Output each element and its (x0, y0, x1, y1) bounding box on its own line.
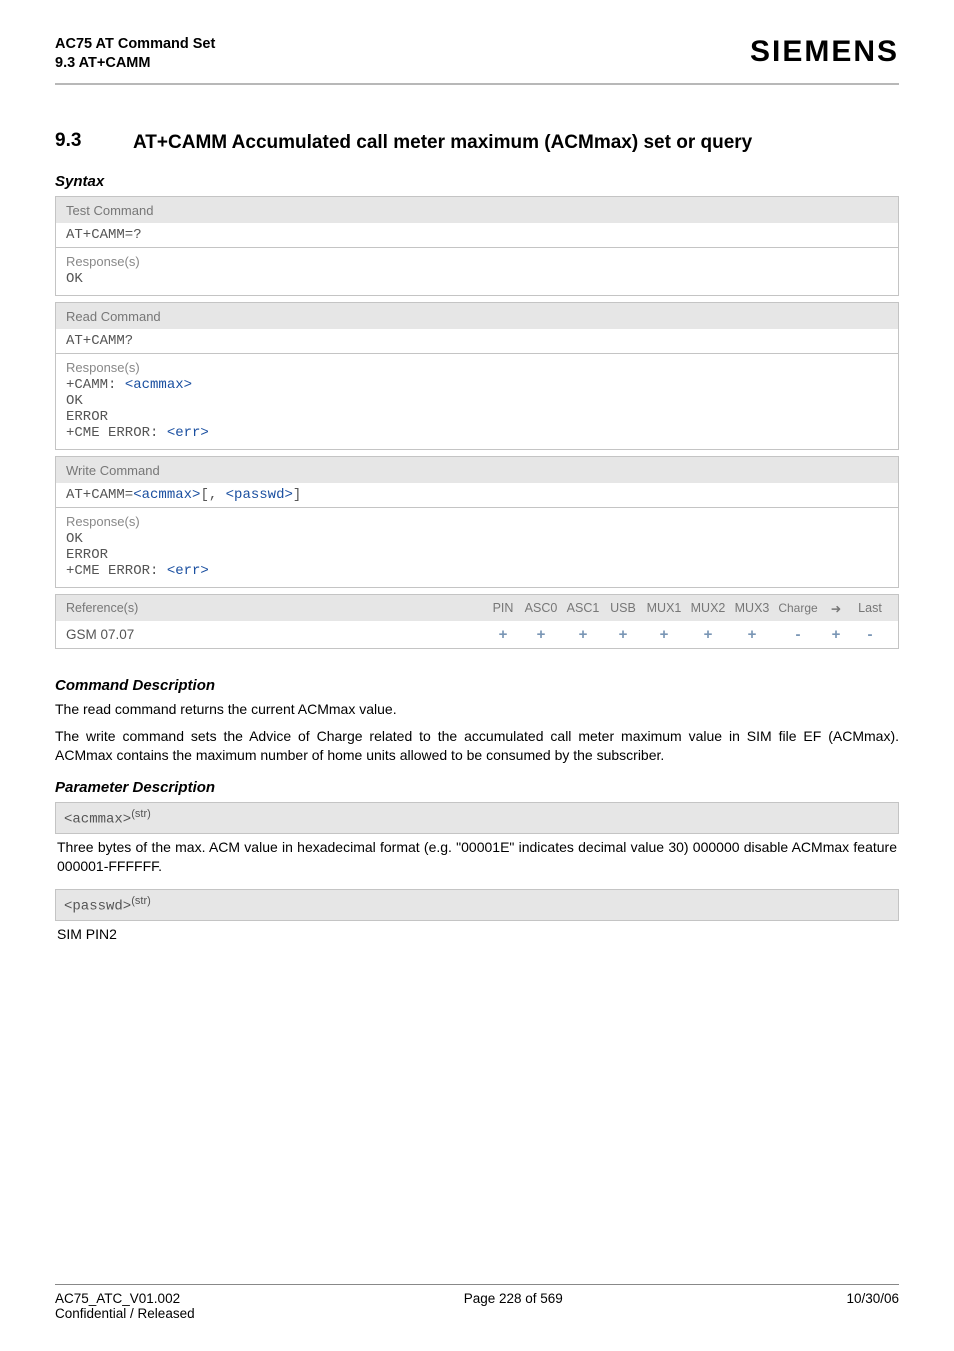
col-mux3: MUX3 (730, 601, 774, 615)
command-description-p2: The write command sets the Advice of Cha… (55, 727, 899, 765)
write-response-line1: OK (66, 531, 888, 547)
passwd-link[interactable]: <passwd> (226, 487, 293, 503)
val-asc0: + (520, 626, 562, 643)
doc-title-block: AC75 AT Command Set 9.3 AT+CAMM (55, 35, 215, 73)
section-heading: AT+CAMM Accumulated call meter maximum (… (133, 130, 752, 156)
param-passwd-name: <passwd> (64, 899, 131, 915)
param-acmmax-type: (str) (131, 808, 151, 820)
test-response: OK (66, 271, 888, 287)
col-asc1: ASC1 (562, 601, 604, 615)
param-passwd-desc: SIM PIN2 (57, 925, 897, 944)
read-response-line1: +CAMM: <acmmax> (66, 377, 888, 393)
val-mux1: + (642, 626, 686, 643)
param-acmmax-name: <acmmax> (64, 812, 131, 828)
page-footer: AC75_ATC_V01.002 Page 228 of 569 10/30/0… (55, 1284, 899, 1321)
footer-page-number: Page 228 of 569 (464, 1291, 563, 1306)
section-title: 9.3 AT+CAMM Accumulated call meter maxim… (55, 130, 899, 156)
footer-classification: Confidential / Released (55, 1306, 899, 1321)
reference-header: Reference(s) PIN ASC0 ASC1 USB MUX1 MUX2… (56, 595, 898, 621)
param-acmmax-desc: Three bytes of the max. ACM value in hex… (57, 838, 897, 876)
command-description-p1: The read command returns the current ACM… (55, 700, 899, 719)
col-arrow-icon: ➜ (822, 601, 850, 616)
doc-subtitle: 9.3 AT+CAMM (55, 54, 215, 73)
val-pin: + (486, 626, 520, 643)
col-last: Last (850, 601, 890, 615)
header-divider (55, 83, 899, 85)
reference-label: Reference(s) (56, 595, 486, 621)
err-link[interactable]: <err> (167, 563, 209, 579)
read-response-line3: ERROR (66, 409, 888, 425)
doc-title: AC75 AT Command Set (55, 35, 215, 54)
read-response-line4: +CME ERROR: <err> (66, 425, 888, 441)
param-passwd-box: <passwd>(str) (55, 889, 899, 921)
command-description-heading: Command Description (55, 677, 899, 694)
read-command-label: Read Command (56, 303, 898, 329)
col-asc0: ASC0 (520, 601, 562, 615)
val-arrow: + (822, 626, 850, 643)
reference-value: GSM 07.07 (56, 621, 486, 648)
read-command-panel: Read Command AT+CAMM? Response(s) +CAMM:… (55, 302, 899, 450)
footer-date: 10/30/06 (846, 1291, 899, 1306)
syntax-heading: Syntax (55, 173, 899, 190)
reference-panel: Reference(s) PIN ASC0 ASC1 USB MUX1 MUX2… (55, 594, 899, 649)
test-command-cmd: AT+CAMM=? (66, 227, 888, 243)
val-last: - (850, 626, 890, 643)
param-passwd-type: (str) (131, 895, 151, 907)
read-response-line2: OK (66, 393, 888, 409)
param-acmmax-box: <acmmax>(str) (55, 802, 899, 834)
col-mux1: MUX1 (642, 601, 686, 615)
col-usb: USB (604, 601, 642, 615)
write-response-label: Response(s) (66, 514, 888, 529)
col-pin: PIN (486, 601, 520, 615)
read-command-cmd: AT+CAMM? (66, 333, 888, 349)
val-mux2: + (686, 626, 730, 643)
col-charge: Charge (774, 601, 822, 615)
read-response-label: Response(s) (66, 360, 888, 375)
section-number: 9.3 (55, 130, 133, 152)
reference-row: GSM 07.07 + + + + + + + - + - (56, 621, 898, 648)
write-command-label: Write Command (56, 457, 898, 483)
test-command-panel: Test Command AT+CAMM=? Response(s) OK (55, 196, 899, 296)
val-charge: - (774, 626, 822, 643)
brand-logo: SIEMENS (750, 35, 899, 69)
acmmax-link[interactable]: <acmmax> (125, 377, 192, 393)
write-command-panel: Write Command AT+CAMM=<acmmax>[, <passwd… (55, 456, 899, 588)
val-mux3: + (730, 626, 774, 643)
write-response-line2: ERROR (66, 547, 888, 563)
parameter-description-heading: Parameter Description (55, 779, 899, 796)
val-usb: + (604, 626, 642, 643)
footer-doc-id: AC75_ATC_V01.002 (55, 1291, 180, 1306)
err-link[interactable]: <err> (167, 425, 209, 441)
test-response-label: Response(s) (66, 254, 888, 269)
write-command-cmd: AT+CAMM=<acmmax>[, <passwd>] (66, 487, 888, 503)
val-asc1: + (562, 626, 604, 643)
acmmax-link[interactable]: <acmmax> (133, 487, 200, 503)
col-mux2: MUX2 (686, 601, 730, 615)
footer-divider (55, 1284, 899, 1285)
test-command-label: Test Command (56, 197, 898, 223)
write-response-line3: +CME ERROR: <err> (66, 563, 888, 579)
page-header: AC75 AT Command Set 9.3 AT+CAMM SIEMENS (55, 35, 899, 73)
